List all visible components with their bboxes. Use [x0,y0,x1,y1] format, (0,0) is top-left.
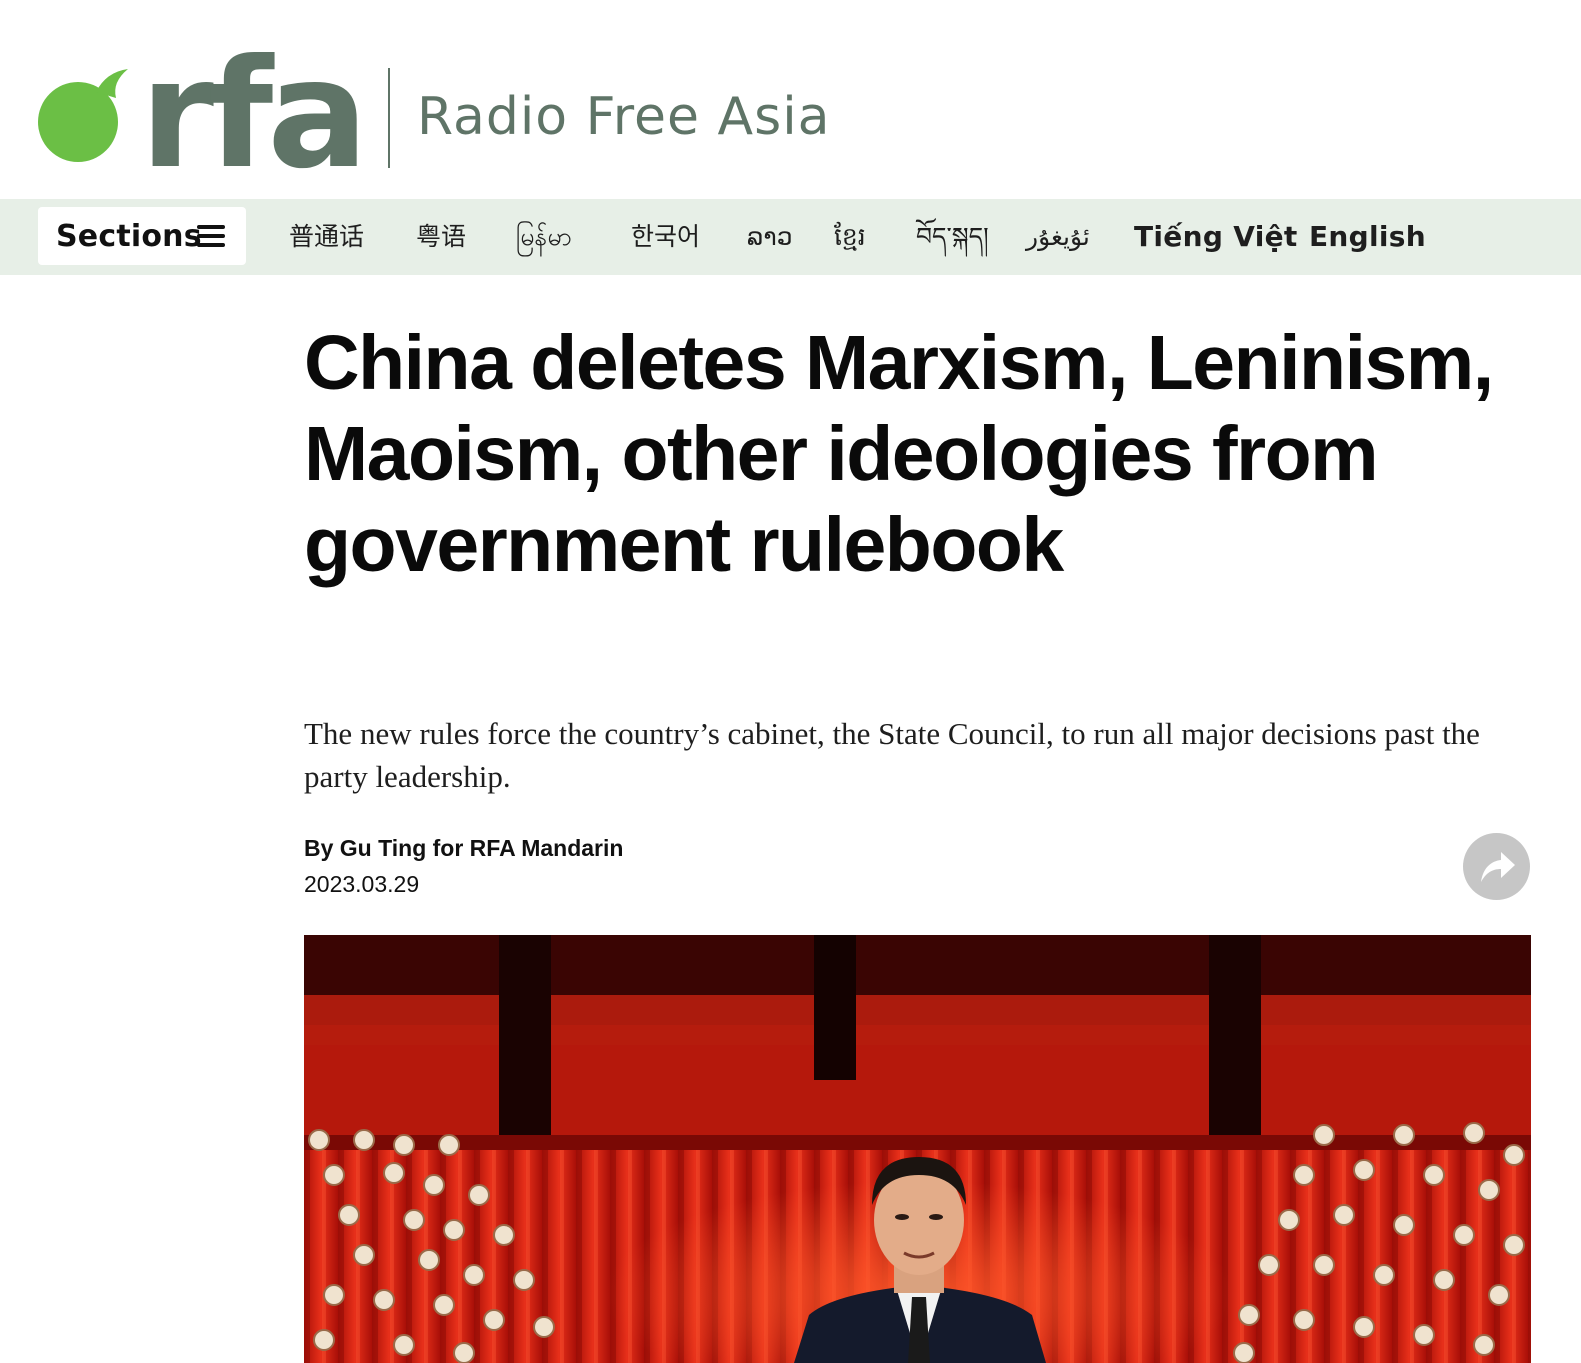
site-header: rfa Radio Free Asia [0,0,1581,199]
share-button[interactable] [1463,833,1530,900]
lang-link-khmer[interactable]: ខ្មែរ [834,217,866,257]
article-date: 2023.03.29 [304,871,420,897]
article-headline: China deletes Marxism, Leninism, Maoism,… [304,320,1494,588]
logo-drop-icon [38,69,128,162]
logo-wordmark: rfa [140,28,362,176]
lang-link-english[interactable]: English [1309,217,1426,257]
lang-link-vietnamese[interactable]: Tiếng Việt [1134,217,1298,257]
hamburger-icon [197,224,225,248]
article-deck: The new rules force the country’s cabine… [304,716,1480,794]
language-nav: Sections 普通话 粤语 မြန်မာ 한국어 ລາວ ខ្មែរ བོད… [0,199,1581,275]
lang-link-tibetan[interactable]: བོད་སྐད། [916,217,989,257]
lang-link-korean[interactable]: 한국어 [631,217,700,257]
article-byline[interactable]: By Gu Ting for RFA Mandarin [304,832,623,864]
brand-name: Radio Free Asia [417,87,831,147]
sections-label: Sections [56,218,202,254]
lang-link-mandarin[interactable]: 普通话 [289,217,364,257]
sections-menu-button[interactable]: Sections [38,207,246,265]
rfa-logo[interactable]: rfa [36,26,366,176]
lang-link-uyghur[interactable]: ئۇيغۇر [1026,217,1090,257]
lang-link-cantonese[interactable]: 粤语 [416,217,466,257]
lang-link-lao[interactable]: ລາວ [747,217,793,257]
lang-link-burmese[interactable]: မြန်မာ [516,217,572,257]
hero-photo-illustration [304,935,1531,1363]
share-arrow-icon [1481,852,1515,882]
hero-image [304,935,1531,1363]
logo-divider [388,68,390,168]
